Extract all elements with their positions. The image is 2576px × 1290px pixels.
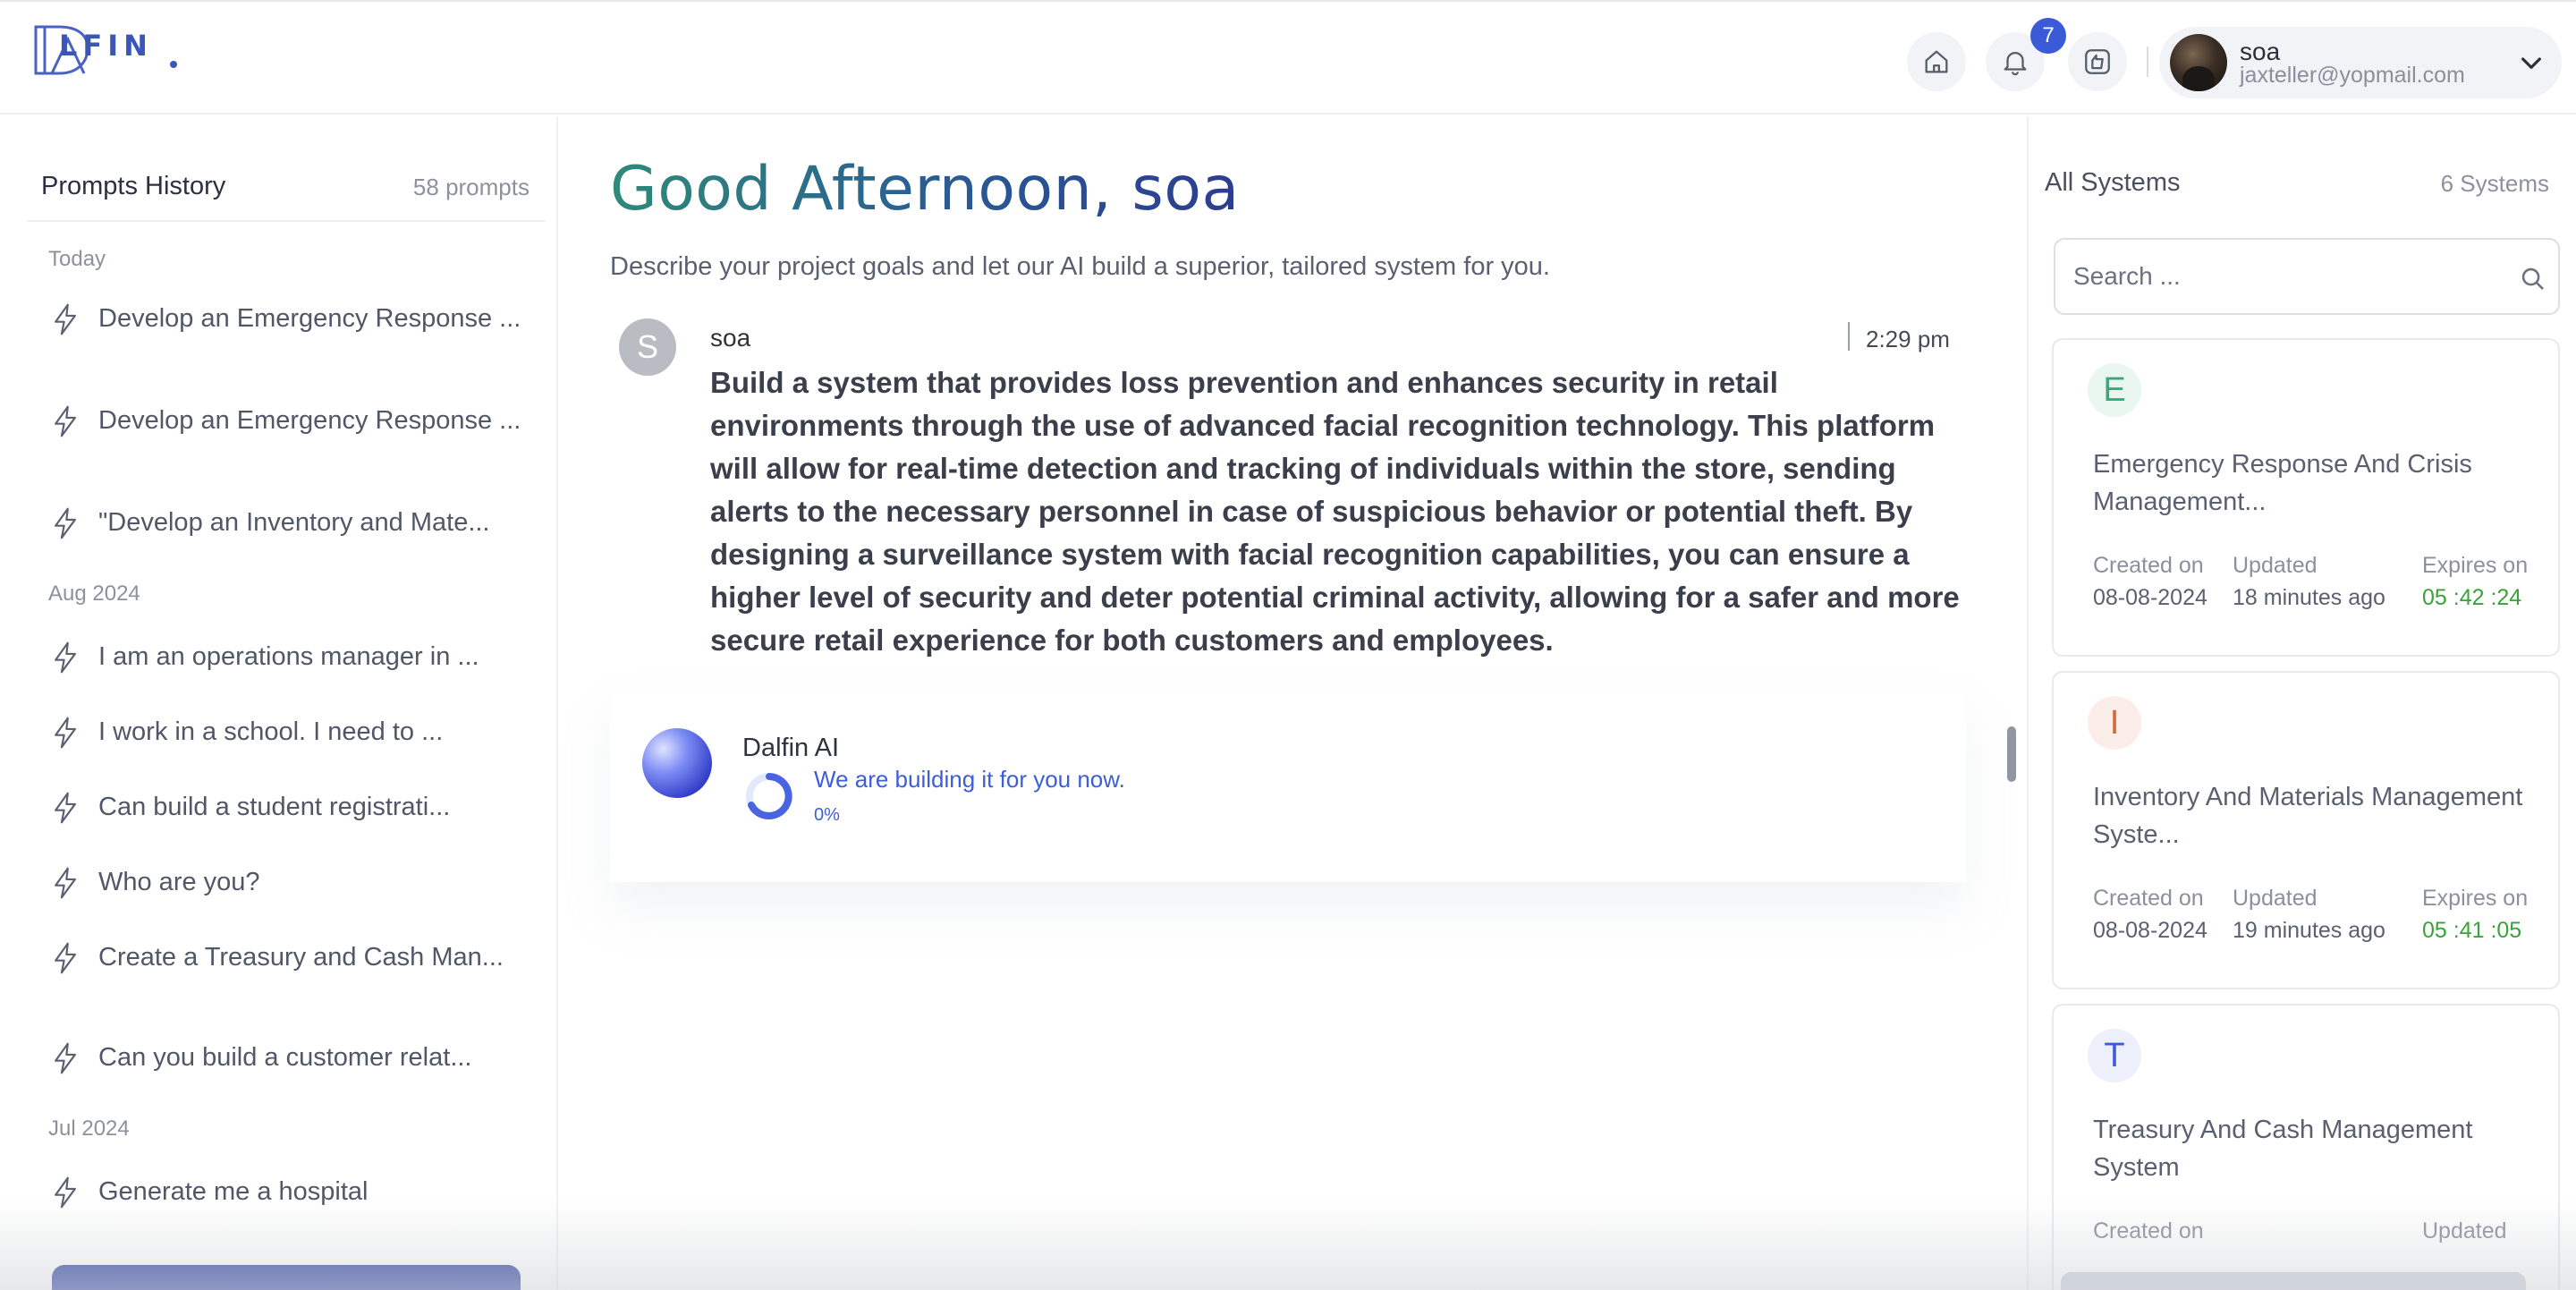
- prompt-item[interactable]: Develop an Emergency Response ...: [50, 403, 533, 438]
- prompt-label: Develop an Emergency Response ...: [98, 304, 521, 333]
- logo-dot: [170, 61, 177, 68]
- all-systems-title: All Systems: [2045, 168, 2181, 197]
- lightning-icon: [55, 717, 76, 749]
- system-letter-avatar: T: [2088, 1029, 2141, 1082]
- lightning-icon: [55, 1176, 76, 1209]
- search-input[interactable]: [2073, 258, 2485, 295]
- user-email: jaxteller@yopmail.com: [2240, 63, 2465, 88]
- prompt-item[interactable]: Can you build a customer relat...: [50, 1040, 533, 1075]
- prompt-item[interactable]: Who are you?: [50, 864, 533, 900]
- system-card[interactable]: E Emergency Response And Crisis Manageme…: [2052, 338, 2560, 657]
- ai-name: Dalfin AI: [742, 734, 839, 762]
- loading-spinner-icon: [746, 773, 792, 819]
- prompt-item[interactable]: Create a Treasury and Cash Man...: [50, 939, 533, 975]
- expires-label: Expires on: [2422, 886, 2529, 911]
- user-menu[interactable]: soa jaxteller@yopmail.com: [2159, 27, 2562, 98]
- created-label: Created on: [2093, 886, 2204, 911]
- message-text: Build a system that provides loss preven…: [710, 366, 1960, 657]
- prompt-label: Create a Treasury and Cash Man...: [98, 943, 504, 972]
- expires-value: 05 :42 :24: [2422, 585, 2522, 610]
- prompt-item[interactable]: "Develop an Inventory and Mate...: [50, 505, 533, 540]
- prompt-label: Develop an Emergency Response ...: [98, 406, 521, 435]
- create-new-system-button[interactable]: [52, 1265, 521, 1290]
- prompt-label: I am an operations manager in ...: [98, 642, 479, 671]
- ai-response-card: Dalfin AI We are building it for you now…: [610, 691, 1966, 882]
- created-date: 08-08-2024: [2093, 918, 2207, 943]
- time-divider: [1848, 322, 1850, 351]
- prompts-history-sidebar: Prompts History 58 prompts Today Develop…: [0, 116, 558, 1290]
- system-letter-avatar: I: [2088, 696, 2141, 750]
- lightning-icon: [55, 792, 76, 824]
- lightning-icon: [55, 507, 76, 539]
- message-avatar: S: [619, 318, 676, 376]
- prompt-label: Who are you?: [98, 868, 260, 896]
- right-panel-button[interactable]: [2061, 1272, 2526, 1290]
- updated-label: Updated: [2233, 886, 2318, 911]
- prompts-history-title: Prompts History: [41, 172, 226, 200]
- created-label: Created on: [2093, 553, 2204, 578]
- header-separator: [2147, 47, 2148, 77]
- lightning-icon: [55, 942, 76, 974]
- lightning-icon: [55, 405, 76, 437]
- page-subtitle: Describe your project goals and let our …: [610, 252, 1550, 281]
- system-title: Emergency Response And Crisis Management…: [2093, 450, 2472, 516]
- system-letter-avatar: E: [2088, 363, 2141, 417]
- message-author: soa: [710, 324, 751, 352]
- prompt-label: Can you build a customer relat...: [98, 1043, 472, 1072]
- ai-avatar: [642, 728, 712, 798]
- lightning-icon: [55, 303, 76, 335]
- bell-icon: [2004, 52, 2027, 76]
- logo-wordmark: LFIN: [59, 29, 153, 63]
- chevron-down-icon[interactable]: [2517, 48, 2546, 77]
- created-date: 08-08-2024: [2093, 585, 2207, 610]
- top-bar: LFIN 7 soa jaxteller@yopmail.com: [0, 0, 2576, 115]
- divider: [27, 220, 546, 222]
- ai-status: We are building it for you now.: [814, 766, 1125, 793]
- group-label-today: Today: [48, 247, 106, 271]
- lightning-icon: [55, 641, 76, 674]
- prompt-item[interactable]: I am an operations manager in ...: [50, 639, 533, 675]
- prompt-label: Generate me a hospital: [98, 1177, 369, 1206]
- group-label-jul-2024: Jul 2024: [48, 1116, 130, 1141]
- system-search: [2054, 238, 2560, 315]
- system-title: Inventory And Materials Management Syste…: [2093, 783, 2523, 849]
- prompt-label: I work in a school. I need to ...: [98, 717, 444, 746]
- feedback-button[interactable]: [2068, 32, 2127, 91]
- home-icon: [1925, 50, 1948, 73]
- avatar: [2170, 34, 2227, 91]
- scrollbar[interactable]: [2007, 726, 2016, 782]
- system-card[interactable]: I Inventory And Materials Management Sys…: [2052, 671, 2560, 989]
- home-button[interactable]: [1907, 32, 1966, 91]
- all-systems-panel: All Systems 6 Systems E Emergency Respon…: [2027, 116, 2576, 1290]
- updated-value: 18 minutes ago: [2233, 585, 2385, 610]
- created-label: Created on: [2093, 1218, 2204, 1243]
- group-label-aug-2024: Aug 2024: [48, 581, 140, 606]
- message-time: 2:29 pm: [1866, 326, 1950, 352]
- expires-label: Expires on: [2422, 553, 2529, 578]
- lightning-icon: [55, 867, 76, 899]
- systems-count: 6 Systems: [2440, 170, 2549, 197]
- system-card[interactable]: T Treasury And Cash Management System Cr…: [2052, 1004, 2560, 1290]
- prompt-item[interactable]: I work in a school. I need to ...: [50, 714, 533, 750]
- prompt-label: "Develop an Inventory and Mate...: [98, 508, 490, 537]
- updated-label: Updated: [2422, 1218, 2507, 1243]
- prompts-count: 58 prompts: [412, 174, 530, 200]
- prompt-item[interactable]: Can build a student registrati...: [50, 789, 533, 825]
- expires-value: 05 :41 :05: [2422, 918, 2522, 943]
- system-title: Treasury And Cash Management System: [2093, 1116, 2473, 1182]
- prompt-item[interactable]: Develop an Emergency Response ...: [50, 301, 533, 336]
- thumbs-up-icon: [2085, 49, 2110, 74]
- page-title: Good Afternoon, soa: [610, 154, 1240, 225]
- prompt-label: Can build a student registrati...: [98, 793, 451, 821]
- updated-value: 19 minutes ago: [2233, 918, 2385, 943]
- lightning-icon: [55, 1042, 76, 1074]
- ai-progress: 0%: [814, 805, 840, 825]
- notification-count-badge: 7: [2030, 18, 2066, 54]
- search-icon[interactable]: [2517, 263, 2547, 293]
- updated-label: Updated: [2233, 553, 2318, 578]
- prompt-item[interactable]: Generate me a hospital: [50, 1174, 533, 1209]
